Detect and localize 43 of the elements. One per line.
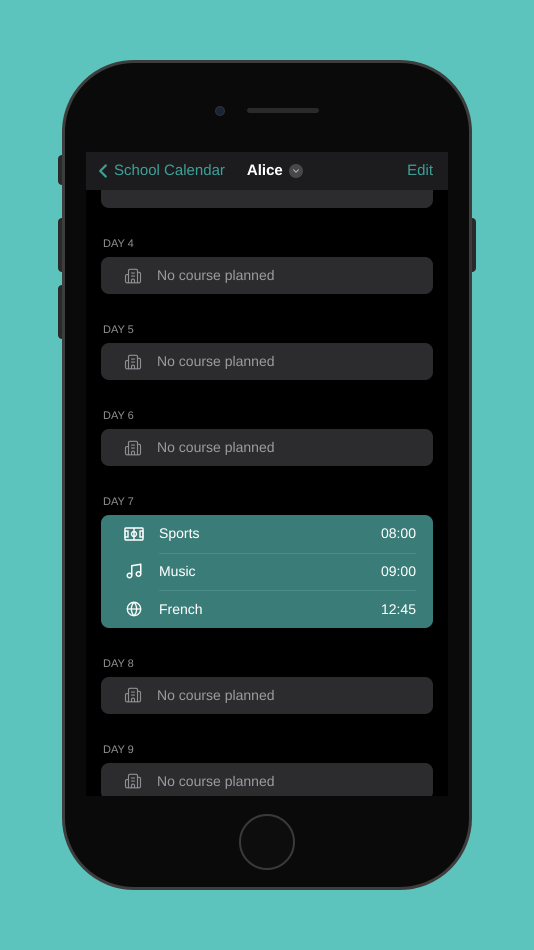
course-time: 12:45	[380, 600, 416, 619]
day-label: DAY 4	[103, 237, 135, 252]
day-label: DAY 6	[103, 409, 135, 424]
empty-day-card[interactable]: No course planned	[101, 676, 433, 714]
dropdown-icon	[288, 164, 303, 178]
field-icon	[124, 526, 144, 541]
profile-selector[interactable]: Alice	[246, 160, 303, 182]
building-icon	[124, 686, 142, 704]
side-button[interactable]	[472, 218, 476, 272]
empty-day-text: No course planned	[157, 686, 275, 705]
day-label: DAY 7	[103, 495, 135, 510]
empty-day-card[interactable]: No course planned	[101, 257, 433, 294]
side-button[interactable]	[58, 285, 62, 339]
music-notes-icon	[125, 562, 143, 580]
course-name: French	[159, 600, 203, 619]
side-button[interactable]	[58, 155, 62, 185]
empty-day-card[interactable]: No course planned	[101, 762, 433, 796]
day-label: DAY 5	[103, 323, 135, 338]
course-row[interactable]: French 12:45	[101, 590, 433, 628]
empty-day-text: No course planned	[157, 438, 275, 457]
building-icon	[124, 438, 142, 456]
empty-day-text: No course planned	[157, 772, 275, 791]
day-label: DAY 9	[103, 742, 135, 758]
back-button[interactable]: School Calendar	[92, 160, 225, 182]
empty-day-text: No course planned	[157, 266, 275, 285]
camera-icon	[215, 106, 225, 116]
course-row[interactable]: Sports 08:00	[101, 515, 433, 552]
speaker-icon	[247, 108, 319, 113]
empty-day-card[interactable]: No course planned	[101, 343, 433, 380]
course-row[interactable]: Music 09:00	[101, 552, 433, 590]
building-icon	[124, 772, 142, 790]
course-time: 09:00	[380, 562, 416, 582]
edit-button[interactable]: Edit	[407, 160, 433, 182]
building-icon	[124, 266, 142, 284]
day-label: DAY 8	[103, 656, 135, 672]
course-time: 08:00	[380, 524, 416, 544]
empty-day-card[interactable]: No course planned	[101, 429, 433, 466]
building-icon	[124, 352, 142, 370]
side-button[interactable]	[58, 218, 62, 272]
empty-day-text: No course planned	[157, 352, 275, 371]
globe-icon	[126, 600, 142, 617]
course-name: Sports	[159, 524, 200, 544]
course-name: Music	[159, 562, 196, 582]
